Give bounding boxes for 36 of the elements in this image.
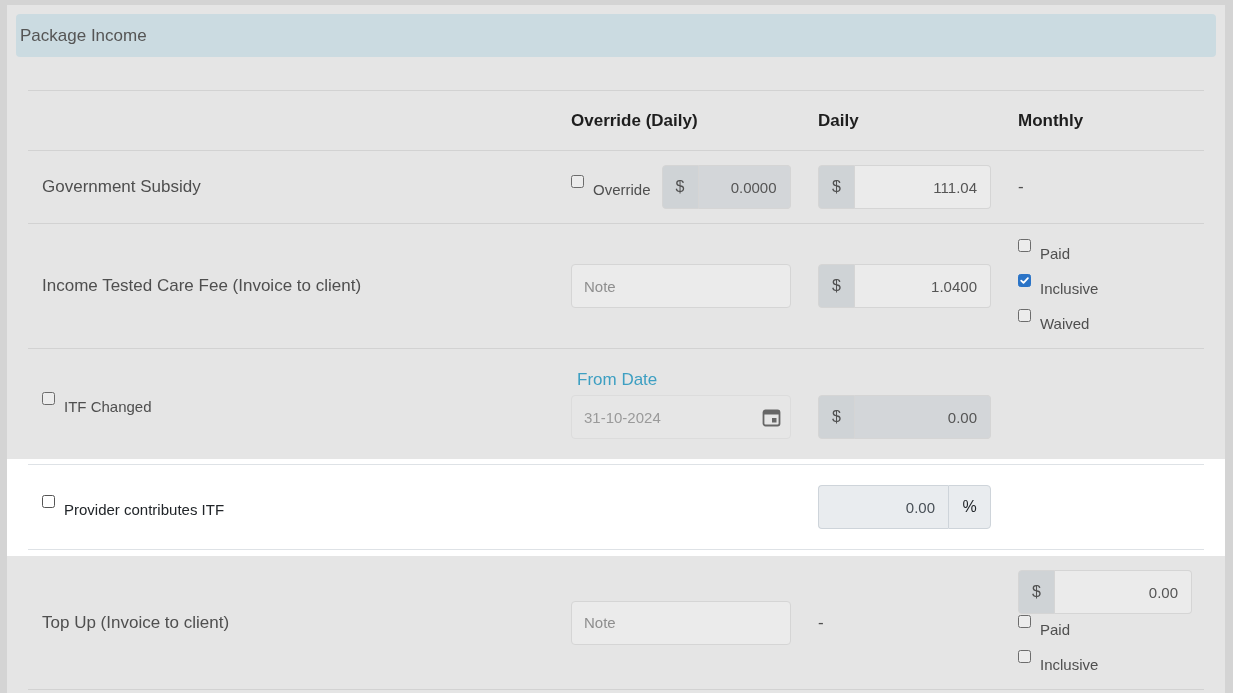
column-header: Daily [817, 110, 860, 131]
checkbox[interactable] [1018, 239, 1031, 252]
checkbox-label: ITF Changed [64, 397, 152, 417]
column-header: Monthly [1017, 110, 1085, 131]
currency-addon: $ [1018, 570, 1055, 614]
empty-value: - [818, 612, 824, 633]
amount-field[interactable]: 111.04 [855, 165, 991, 209]
column-header: Override (Daily) [570, 110, 699, 131]
checkbox[interactable] [42, 495, 55, 508]
empty-value: - [1018, 177, 1024, 197]
checkbox-label: Waived [1040, 314, 1090, 334]
checkbox[interactable] [1018, 650, 1031, 663]
currency-addon: $ [818, 395, 855, 439]
note-field[interactable]: Note [571, 264, 791, 308]
checkbox[interactable] [1018, 615, 1031, 628]
note-field[interactable]: Note [571, 600, 791, 645]
checkbox-label: Override [593, 180, 651, 200]
section-header: Package Income [16, 14, 1216, 57]
field-label: From Date [577, 369, 658, 391]
amount-field[interactable]: 1.0400 [855, 264, 991, 308]
percent-addon: % [948, 485, 991, 529]
row-label: Top Up (Invoice to client) [42, 612, 230, 633]
checkbox-label: Paid [1040, 244, 1071, 264]
checkbox-label: Inclusive [1040, 279, 1099, 299]
currency-addon: $ [661, 165, 699, 209]
row-label: Government Subsidy [42, 177, 201, 197]
checkbox-label: Provider contributes ITF [64, 500, 225, 520]
currency-addon: $ [818, 165, 855, 209]
row-label: Income Tested Care Fee (Invoice to client) [42, 276, 362, 296]
checkbox[interactable] [1018, 309, 1031, 322]
checkbox-label: Paid [1040, 620, 1071, 640]
currency-addon: $ [818, 264, 855, 308]
checkbox-label: Inclusive [1040, 655, 1099, 675]
checkbox[interactable] [1018, 274, 1031, 287]
checkbox[interactable] [42, 392, 55, 405]
amount-field[interactable]: 0.00 [1055, 570, 1192, 614]
